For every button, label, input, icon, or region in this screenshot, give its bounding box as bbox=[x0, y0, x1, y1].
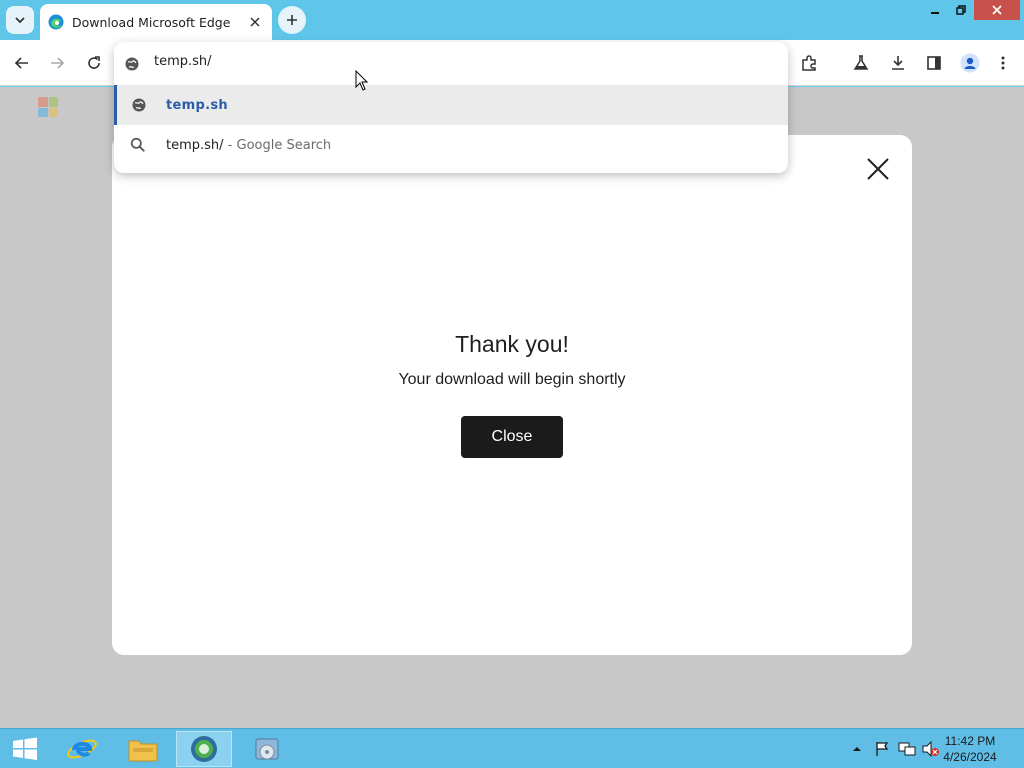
mouse-cursor-icon bbox=[355, 70, 369, 91]
reload-button[interactable] bbox=[82, 51, 106, 75]
new-tab-button[interactable] bbox=[278, 6, 306, 34]
omnibox-suggestion[interactable]: temp.sh bbox=[114, 85, 788, 125]
side-panel-button[interactable] bbox=[922, 51, 946, 75]
back-button[interactable] bbox=[10, 51, 34, 75]
modal-heading: Thank you! bbox=[455, 331, 569, 357]
suggestion-suffix: - Google Search bbox=[223, 137, 332, 153]
restore-icon bbox=[956, 5, 966, 15]
taskbar: 11:42 PM 4/26/2024 bbox=[0, 728, 1024, 768]
chevron-up-icon bbox=[853, 747, 861, 751]
tray-network-button[interactable] bbox=[898, 739, 916, 759]
folder-icon bbox=[128, 740, 158, 762]
edge-logo-icon bbox=[48, 14, 64, 30]
side-panel-icon bbox=[927, 56, 941, 70]
close-icon bbox=[867, 158, 889, 180]
start-button[interactable] bbox=[0, 729, 50, 768]
tab-active[interactable]: Download Microsoft Edge bbox=[40, 4, 272, 40]
arrow-left-icon bbox=[14, 57, 28, 69]
windows-logo-icon bbox=[13, 737, 37, 760]
chevron-down-icon bbox=[15, 17, 25, 24]
minimize-icon bbox=[931, 12, 939, 14]
taskbar-installer-button[interactable] bbox=[239, 731, 295, 767]
site-info-icon[interactable] bbox=[124, 56, 140, 72]
internet-explorer-icon bbox=[67, 739, 97, 759]
taskbar-ie-button[interactable] bbox=[54, 731, 110, 767]
microsoft-logo-icon bbox=[38, 97, 58, 117]
tab-strip: Download Microsoft Edge bbox=[0, 0, 1024, 40]
more-vertical-icon bbox=[1001, 56, 1005, 70]
tab-title: Download Microsoft Edge bbox=[72, 14, 231, 30]
browser-globe-icon bbox=[191, 736, 217, 762]
tab-close-button[interactable] bbox=[246, 13, 264, 31]
window-close-button[interactable] bbox=[974, 0, 1020, 20]
forward-button[interactable] bbox=[45, 51, 69, 75]
suggestion-text: temp.sh/ - Google Search bbox=[166, 138, 331, 153]
arrow-right-icon bbox=[51, 57, 65, 69]
profile-button[interactable] bbox=[958, 51, 982, 75]
omnibox-suggestion[interactable]: temp.sh/ - Google Search bbox=[114, 125, 788, 165]
flask-icon bbox=[853, 55, 869, 70]
labs-button[interactable] bbox=[849, 51, 873, 75]
search-icon bbox=[130, 137, 145, 152]
installer-icon bbox=[255, 738, 279, 760]
tab-actions-menu-button[interactable] bbox=[6, 6, 34, 34]
puzzle-icon bbox=[802, 55, 816, 71]
avatar-icon bbox=[960, 53, 980, 73]
globe-icon bbox=[132, 98, 146, 112]
clock-time: 11:42 PM bbox=[944, 734, 996, 748]
menu-button[interactable] bbox=[991, 51, 1015, 75]
network-icon bbox=[898, 742, 916, 756]
taskbar-explorer-button[interactable] bbox=[115, 731, 171, 767]
extensions-button[interactable] bbox=[797, 51, 821, 75]
modal-close-button[interactable] bbox=[864, 155, 892, 183]
tray-expand-button[interactable] bbox=[852, 739, 862, 759]
downloads-button[interactable] bbox=[886, 51, 910, 75]
taskbar-clock[interactable]: 11:42 PM 4/26/2024 bbox=[930, 733, 1010, 765]
reload-icon bbox=[88, 56, 100, 69]
clock-date: 4/26/2024 bbox=[943, 750, 997, 764]
window-minimize-button[interactable] bbox=[922, 0, 948, 20]
suggestion-query: temp.sh/ bbox=[166, 137, 224, 153]
close-button[interactable]: Close bbox=[461, 416, 563, 458]
page-content: Thank you! Your download will begin shor… bbox=[0, 87, 1024, 728]
address-bar-input[interactable] bbox=[154, 54, 554, 69]
flag-icon bbox=[876, 742, 889, 756]
plus-icon bbox=[287, 15, 297, 25]
close-icon bbox=[992, 5, 1002, 15]
suggestion-text: temp.sh bbox=[166, 97, 228, 113]
tray-flag-button[interactable] bbox=[874, 739, 890, 759]
taskbar-edge-button[interactable] bbox=[176, 731, 232, 767]
download-modal: Thank you! Your download will begin shor… bbox=[112, 135, 912, 655]
window-restore-button[interactable] bbox=[948, 0, 974, 20]
omnibox-dropdown: temp.sh temp.sh/ - Google Search bbox=[114, 42, 788, 173]
modal-message: Your download will begin shortly bbox=[398, 371, 626, 388]
close-icon bbox=[250, 17, 260, 27]
omnibox-input-row bbox=[114, 42, 788, 85]
download-icon bbox=[892, 56, 904, 70]
